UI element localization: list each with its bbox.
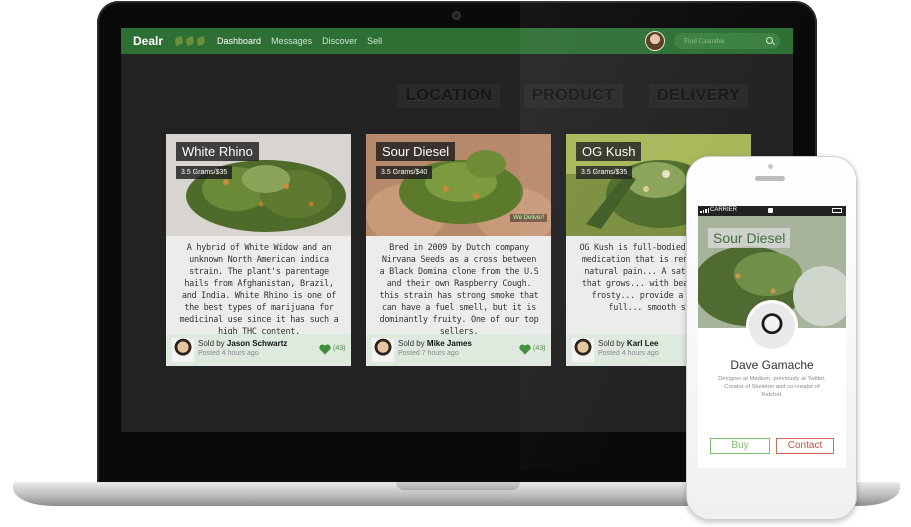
- seller-avatar[interactable]: [172, 338, 194, 362]
- nav-link-discover[interactable]: Discover: [322, 36, 357, 46]
- camera-icon: [452, 11, 461, 20]
- card-price: 3.5 Grams/$40: [376, 166, 433, 179]
- leaf-icon: [173, 35, 185, 47]
- nav-links: Dashboard Messages Discover Sell: [217, 36, 382, 46]
- card-price: 3.5 Grams/$35: [176, 166, 233, 179]
- like-count: (43): [533, 345, 546, 352]
- card-footer: Sold by Mike James Posted 7 hours ago (4…: [366, 334, 551, 366]
- card-title: OG Kush: [576, 142, 642, 161]
- user-avatar[interactable]: [645, 31, 665, 51]
- seller-avatar[interactable]: [572, 338, 594, 362]
- sold-by: Sold by Karl Lee: [598, 339, 659, 348]
- phone-camera-icon: [768, 164, 773, 169]
- sold-by: Sold by Jason Schwartz: [198, 339, 288, 348]
- phone-speaker: [755, 176, 785, 181]
- buy-button[interactable]: Buy: [710, 438, 770, 454]
- search-input[interactable]: Find Cannabis: [674, 33, 780, 49]
- sold-by: Sold by Mike James: [398, 339, 472, 348]
- posted-time: Posted 4 hours ago: [198, 350, 259, 357]
- brand-logo[interactable]: Dealr: [133, 34, 163, 48]
- posted-time: Posted 7 hours ago: [398, 350, 459, 357]
- nav-link-dashboard[interactable]: Dashboard: [217, 36, 261, 46]
- nav-link-sell[interactable]: Sell: [367, 36, 382, 46]
- search-placeholder: Find Cannabis: [684, 37, 725, 45]
- filter-delivery[interactable]: DELIVERY: [649, 84, 749, 108]
- battery-icon: [832, 208, 842, 213]
- carrier-label: CARRIER: [710, 207, 738, 213]
- seller-avatar[interactable]: [372, 338, 394, 362]
- phone-screen: CARRIER Sour Diesel Dave Gamache Designe…: [698, 206, 846, 468]
- leaf-icon: [195, 35, 207, 47]
- card-description: A hybrid of White Widow and an unknown N…: [179, 243, 339, 337]
- posted-time: Posted 4 hours ago: [598, 350, 659, 357]
- product-card[interactable]: White Rhino 3.5 Grams/$35 A hybrid of Wh…: [166, 134, 351, 366]
- heart-icon[interactable]: [319, 344, 331, 355]
- delivery-tag: We Deliver!: [510, 214, 547, 222]
- card-title: Sour Diesel: [376, 142, 456, 161]
- navbar: Dealr Dashboard Messages Discover Sell F…: [121, 28, 793, 54]
- heart-icon[interactable]: [519, 344, 531, 355]
- card-price: 3.5 Grams/$35: [576, 166, 633, 179]
- filter-location[interactable]: LOCATION: [398, 84, 501, 108]
- nav-link-messages[interactable]: Messages: [271, 36, 312, 46]
- card-footer: Sold by Jason Schwartz Posted 4 hours ag…: [166, 334, 351, 366]
- laptop-notch: [396, 482, 520, 490]
- leaf-icons: [173, 35, 207, 47]
- seller-bio: Designer at Medium, previously at Twitte…: [718, 376, 826, 398]
- status-bar: CARRIER: [698, 206, 846, 216]
- seller-name[interactable]: Karl Lee: [627, 339, 659, 348]
- seller-avatar[interactable]: [746, 300, 798, 352]
- product-title: Sour Diesel: [708, 228, 791, 248]
- like-count: (43): [333, 345, 346, 352]
- signal-icon: [700, 208, 709, 213]
- leaf-icon: [184, 35, 196, 47]
- seller-name[interactable]: Jason Schwartz: [227, 339, 287, 348]
- search-icon[interactable]: [766, 37, 773, 44]
- seller-name[interactable]: Mike James: [427, 339, 472, 348]
- card-title: White Rhino: [176, 142, 259, 161]
- card-description: Bred in 2009 by Dutch company Nirvana Se…: [379, 243, 539, 337]
- lock-icon: [768, 208, 773, 213]
- product-card[interactable]: Sour Diesel 3.5 Grams/$40 We Deliver! Br…: [366, 134, 551, 366]
- seller-name: Dave Gamache: [730, 358, 814, 372]
- filter-product[interactable]: PRODUCT: [524, 84, 623, 108]
- contact-button[interactable]: Contact: [776, 438, 834, 454]
